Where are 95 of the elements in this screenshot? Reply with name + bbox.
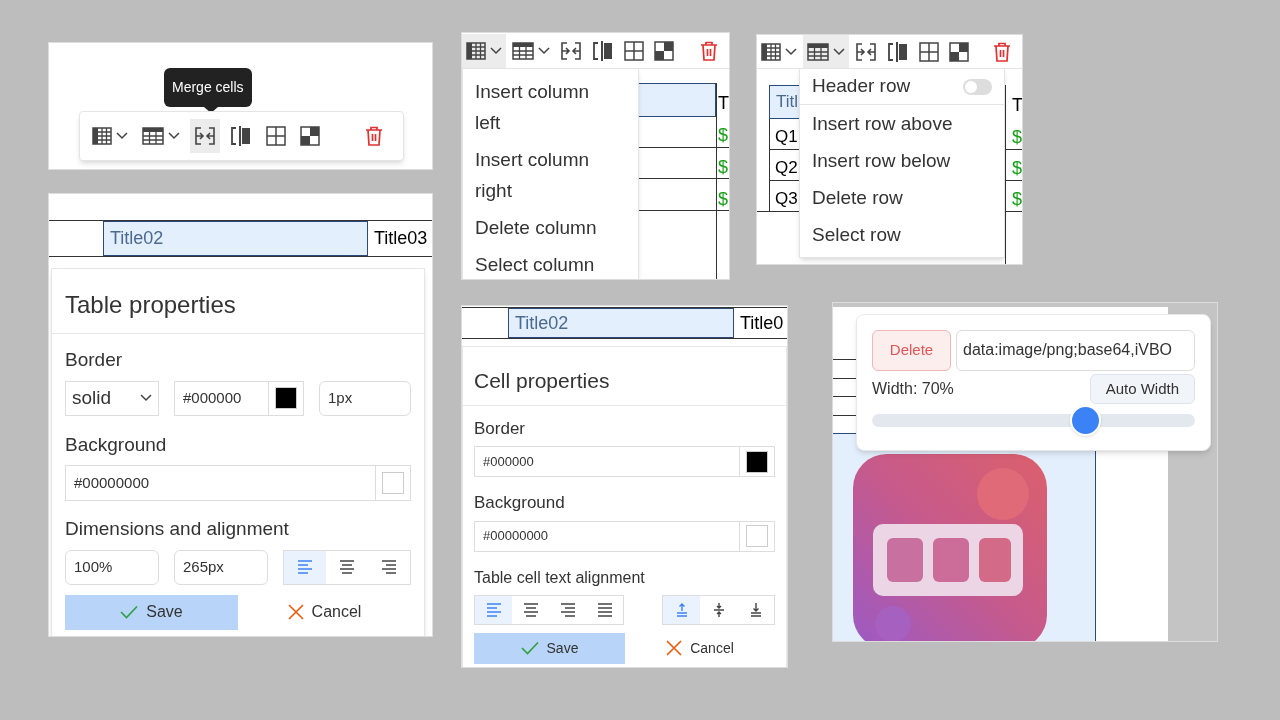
menu-item[interactable]: Insert column left	[463, 73, 623, 141]
section-label: Border	[474, 417, 527, 440]
auto-width-button[interactable]: Auto Width	[1089, 373, 1195, 405]
section-label: Background	[474, 492, 566, 514]
caret-icon	[168, 132, 180, 140]
url-field[interactable]: data:image/png;base64,iVBO	[956, 330, 1195, 371]
toggle-switch[interactable]	[963, 78, 992, 95]
style-dropdown[interactable]: solid	[65, 380, 159, 416]
close-icon	[666, 640, 683, 656]
caret-icon	[538, 46, 550, 55]
table-row-icon	[512, 41, 534, 60]
menu-item[interactable]: Delete row	[800, 179, 1004, 216]
merge-cells-icon	[194, 126, 216, 146]
save-button[interactable]: Save	[474, 632, 625, 664]
align-left-icon	[485, 601, 502, 618]
table-column-icon	[761, 41, 781, 62]
section-label: Background	[65, 432, 168, 457]
section-label: Table cell text alignment	[474, 567, 646, 588]
table-header-cell-text: T	[1012, 94, 1022, 117]
split-cell-icon	[592, 39, 614, 62]
height-field[interactable]: 265px	[174, 549, 268, 585]
grid-icon	[624, 40, 644, 61]
color-swatch[interactable]	[275, 387, 297, 409]
menu-item[interactable]: Delete column	[463, 209, 623, 246]
caret-icon	[116, 132, 128, 140]
close-icon	[287, 604, 304, 620]
panel-title: Cell properties	[463, 347, 786, 406]
table-header-cell: Title02	[103, 221, 368, 256]
table-header-cell-text: Title0	[739, 311, 784, 335]
table-header-cell-text: Title03	[373, 227, 428, 250]
grid-icon	[919, 41, 939, 62]
table-header-cell: Title02	[508, 308, 734, 338]
caret-icon	[140, 394, 152, 402]
merge-cells-icon	[560, 40, 582, 61]
color-field[interactable]: #000000	[474, 446, 775, 477]
tooltip: Merge cells	[164, 68, 252, 107]
table-header-cell-text: T	[718, 92, 729, 115]
align-center-icon	[339, 559, 355, 575]
caret-icon	[833, 47, 845, 56]
table-row-icon	[807, 42, 829, 61]
align-right-icon	[381, 559, 397, 575]
table-row-icon	[142, 127, 164, 145]
split-cell-icon	[887, 40, 909, 63]
table-cell-text: $	[718, 156, 728, 179]
table-cell-text: $	[1012, 157, 1022, 180]
merge-cells-icon	[855, 41, 877, 62]
menu-item[interactable]: Insert row below	[800, 142, 1004, 179]
color-swatch[interactable]	[382, 472, 404, 494]
width-field[interactable]: 1px	[319, 380, 411, 416]
panel-title: Table properties	[52, 269, 424, 334]
table-cell-text: $	[718, 188, 728, 211]
width-field[interactable]: 100%	[65, 549, 159, 585]
cancel-button[interactable]: Cancel	[625, 632, 775, 664]
trash-icon	[700, 40, 718, 61]
align-center-icon	[522, 601, 539, 618]
slider-thumb[interactable]	[1070, 404, 1102, 436]
table-cell-text: Q2	[775, 157, 798, 179]
check-icon	[120, 605, 139, 619]
cancel-button[interactable]: Cancel	[238, 594, 411, 630]
table-cell-text: $	[1012, 126, 1022, 149]
merge-cells-button[interactable]	[190, 119, 220, 153]
table-column-button[interactable]	[462, 33, 506, 68]
align-right-icon	[559, 601, 576, 618]
table-cell-text: Q3	[775, 188, 798, 210]
menu-item[interactable]: Insert column right	[463, 141, 623, 209]
table-cell-text: Q1	[775, 126, 798, 148]
table-column-icon	[466, 40, 486, 61]
split-cell-icon	[230, 125, 252, 147]
table-cell-text: $	[718, 124, 728, 147]
align-left-icon	[297, 559, 313, 575]
table-cell-text: $	[1012, 188, 1022, 211]
check-icon	[520, 641, 539, 655]
save-button[interactable]: Save	[65, 594, 238, 630]
color-field[interactable]: #000000	[174, 380, 304, 416]
width-label: Width: 70%	[872, 379, 954, 400]
table-column-icon	[92, 126, 112, 146]
trash-icon	[365, 126, 383, 146]
menu-item[interactable]: Select column	[463, 246, 623, 279]
grid-icon	[949, 41, 969, 62]
trash-icon	[993, 41, 1011, 62]
color-swatch[interactable]	[746, 525, 768, 547]
color-field[interactable]: #00000000	[474, 520, 775, 552]
grid-icon	[300, 126, 320, 146]
align-justify-icon	[596, 601, 613, 618]
caret-icon	[490, 46, 502, 55]
table-row-button[interactable]	[803, 35, 849, 69]
grid-icon	[266, 126, 286, 146]
slider[interactable]	[872, 405, 1195, 435]
color-field[interactable]: #00000000	[65, 465, 411, 501]
caret-icon	[785, 47, 797, 56]
section-label: Dimensions and alignment	[65, 517, 290, 541]
color-swatch[interactable]	[746, 450, 768, 473]
grid-icon	[654, 40, 674, 61]
menu-item[interactable]: Select row	[800, 216, 1004, 253]
section-label: Border	[65, 348, 124, 372]
